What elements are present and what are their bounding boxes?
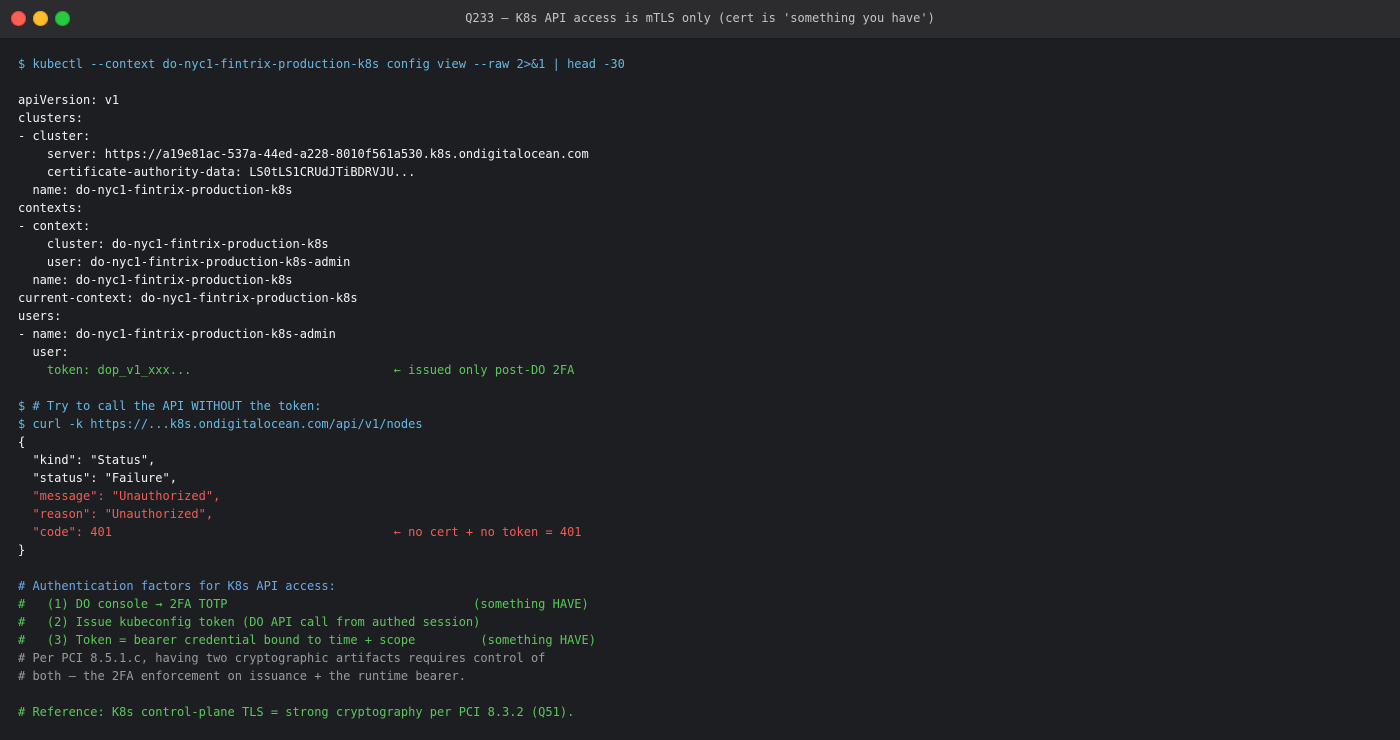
terminal-line: token: dop_v1_xxx... ← issued only post-…: [18, 363, 575, 377]
terminal-line: {: [18, 435, 26, 449]
terminal-line: # (3) Token = bearer credential bound to…: [18, 633, 596, 647]
terminal-line: user:: [18, 345, 69, 359]
terminal-line: - cluster:: [18, 129, 91, 143]
terminal-line: contexts:: [18, 201, 84, 215]
terminal-line: users:: [18, 309, 62, 323]
terminal-line: $ kubectl --context do-nyc1-fintrix-prod…: [18, 57, 625, 71]
terminal-line: $ # Try to call the API WITHOUT the toke…: [18, 399, 322, 413]
terminal-line: server: https://a19e81ac-537a-44ed-a228-…: [18, 147, 589, 161]
terminal-line: certificate-authority-data: LS0tLS1CRUdJ…: [18, 165, 416, 179]
terminal-line: "status": "Failure",: [18, 471, 177, 485]
terminal-output[interactable]: $ kubectl --context do-nyc1-fintrix-prod…: [18, 55, 1390, 721]
title-bar: Q233 — K8s API access is mTLS only (cert…: [0, 0, 1400, 39]
terminal-line: current-context: do-nyc1-fintrix-product…: [18, 291, 358, 305]
terminal-line: "message": "Unauthorized",: [18, 489, 221, 503]
terminal-line: user: do-nyc1-fintrix-production-k8s-adm…: [18, 255, 351, 269]
terminal-line: apiVersion: v1: [18, 93, 120, 107]
terminal-line: $ curl -k https://...k8s.ondigitalocean.…: [18, 417, 423, 431]
terminal-line: # Per PCI 8.5.1.c, having two cryptograp…: [18, 651, 546, 665]
terminal-line: clusters:: [18, 111, 84, 125]
terminal-line: - name: do-nyc1-fintrix-production-k8s-a…: [18, 327, 336, 341]
terminal-line: "kind": "Status",: [18, 453, 156, 467]
terminal-line: cluster: do-nyc1-fintrix-production-k8s: [18, 237, 329, 251]
terminal-line: }: [18, 543, 26, 557]
terminal-line: name: do-nyc1-fintrix-production-k8s: [18, 183, 293, 197]
terminal-line: # Reference: K8s control-plane TLS = str…: [18, 705, 575, 719]
terminal-line: "code": 401 ← no cert + no token = 401: [18, 525, 582, 539]
terminal-line: "reason": "Unauthorized",: [18, 507, 214, 521]
terminal-line: # Authentication factors for K8s API acc…: [18, 579, 336, 593]
window-title: Q233 — K8s API access is mTLS only (cert…: [465, 11, 935, 25]
terminal-line: # (1) DO console → 2FA TOTP (something H…: [18, 597, 589, 611]
terminal-line: # both — the 2FA enforcement on issuance…: [18, 669, 466, 683]
terminal-line: name: do-nyc1-fintrix-production-k8s: [18, 273, 293, 287]
terminal-window: Q233 — K8s API access is mTLS only (cert…: [0, 0, 1400, 740]
terminal-line: # (2) Issue kubeconfig token (DO API cal…: [18, 615, 481, 629]
terminal-line: - context:: [18, 219, 91, 233]
